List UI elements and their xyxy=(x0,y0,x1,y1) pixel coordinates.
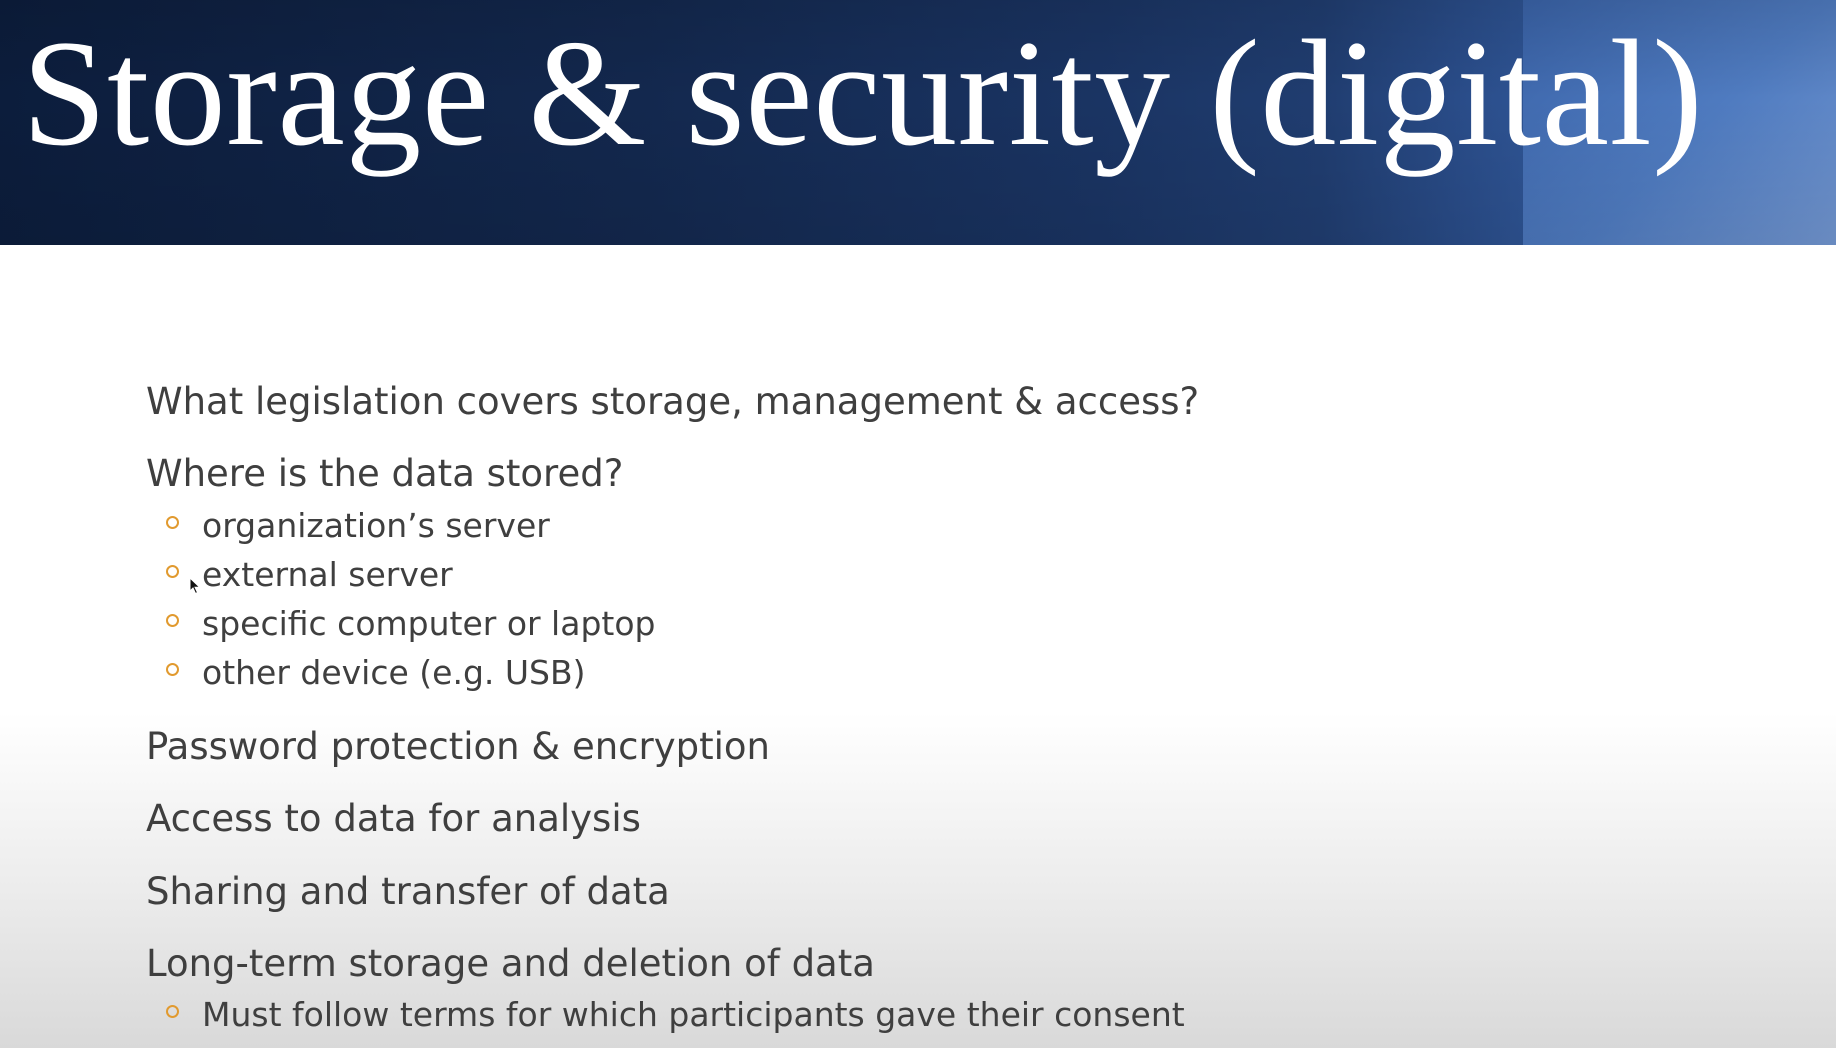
sub-bullet-text: specific computer or laptop xyxy=(202,603,656,643)
sub-bullet-text: other device (e.g. USB) xyxy=(202,652,586,692)
sub-bullet-item: Must follow terms for which participants… xyxy=(146,990,1646,1039)
sub-bullet-text: organization’s server xyxy=(202,505,550,545)
slide-body: What legislation covers storage, managem… xyxy=(146,380,1646,1039)
bullet-legislation: What legislation covers storage, managem… xyxy=(146,380,1200,423)
bullet-long-term-storage: Long-term storage and deletion of data xyxy=(146,941,875,985)
bullet-data-sharing: Sharing and transfer of data xyxy=(146,869,670,913)
sub-bullet-list-data-location: organization’s server external server sp… xyxy=(146,501,1646,697)
sub-bullet-item: external server xyxy=(146,550,1646,599)
sub-bullet-item: specific computer or laptop xyxy=(146,599,1646,648)
bullet-password-protection: Password protection & encryption xyxy=(146,724,770,768)
mouse-pointer-icon xyxy=(189,577,201,595)
hollow-circle-bullet-icon xyxy=(166,1005,179,1019)
title-bar: Storage & security (digital) xyxy=(0,0,1836,245)
sub-bullet-item: other device (e.g. USB) xyxy=(146,648,1646,697)
hollow-circle-bullet-icon xyxy=(166,613,179,627)
bullet-data-location: Where is the data stored? xyxy=(146,452,624,496)
hollow-circle-bullet-icon xyxy=(166,662,179,676)
bullet-data-access: Access to data for analysis xyxy=(146,797,641,841)
hollow-circle-bullet-icon xyxy=(166,515,179,529)
sub-bullet-text: external server xyxy=(202,554,453,594)
presentation-slide: Storage & security (digital) What legisl… xyxy=(0,0,1836,1048)
sub-bullet-item: organization’s server xyxy=(146,501,1646,550)
sub-bullet-list-long-term-storage: Must follow terms for which participants… xyxy=(146,990,1646,1039)
sub-bullet-text: Must follow terms for which participants… xyxy=(202,995,1185,1035)
hollow-circle-bullet-icon xyxy=(166,564,179,578)
slide-title: Storage & security (digital) xyxy=(22,9,1704,177)
